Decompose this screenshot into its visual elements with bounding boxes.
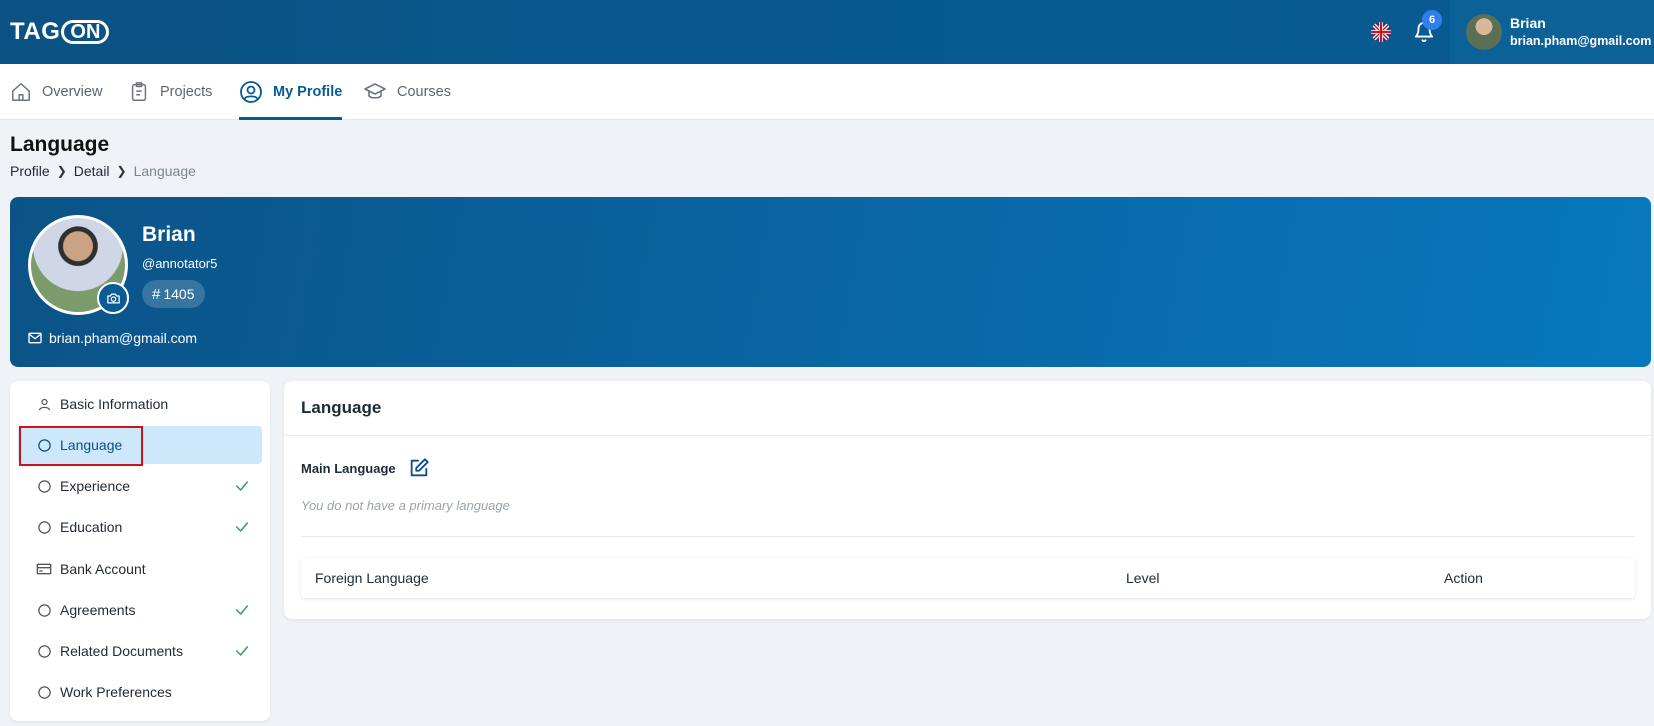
- column-foreign-language: Foreign Language: [315, 570, 429, 586]
- mail-icon: [28, 332, 42, 344]
- camera-icon: [106, 293, 120, 303]
- sidebar-item-label: Experience: [60, 478, 131, 494]
- sidebar-item-education[interactable]: Education: [18, 508, 262, 546]
- circle-icon: [36, 684, 52, 700]
- user-name: Brian: [1510, 15, 1546, 31]
- check-icon: [235, 481, 249, 491]
- profile-id: 1405: [163, 286, 195, 302]
- check-icon: [235, 522, 249, 532]
- circle-icon: [36, 478, 52, 494]
- divider: [284, 435, 1651, 436]
- card-title: Language: [301, 398, 382, 417]
- sidebar-item-label: Language: [60, 437, 123, 453]
- tab-label: My Profile: [273, 84, 343, 100]
- sidebar-item-experience[interactable]: Experience: [18, 467, 262, 505]
- breadcrumb-detail[interactable]: Detail: [74, 163, 110, 179]
- breadcrumb: Profile ❯ Detail ❯ Language: [10, 163, 196, 179]
- divider: [301, 536, 1635, 537]
- sidebar-item-related-documents[interactable]: Related Documents: [18, 632, 262, 670]
- tab-label: Overview: [42, 84, 103, 100]
- hash-icon: #: [152, 285, 161, 303]
- tab-projects[interactable]: Projects: [128, 64, 212, 120]
- notification-badge: 6: [1422, 10, 1442, 30]
- edit-main-language-button[interactable]: [408, 457, 430, 479]
- breadcrumb-language: Language: [133, 163, 196, 179]
- clipboard-icon: [131, 82, 147, 101]
- profile-sidebar: Basic Information Language Experience Ed…: [10, 381, 270, 721]
- empty-main-language-note: You do not have a primary language: [301, 498, 510, 513]
- tagon-logo[interactable]: TAG ON: [10, 18, 110, 46]
- page-title: Language: [10, 133, 110, 156]
- sidebar-item-label: Work Preferences: [60, 684, 172, 700]
- circle-icon: [36, 519, 52, 535]
- column-level: Level: [1126, 570, 1160, 586]
- change-photo-button[interactable]: [97, 282, 129, 314]
- graduation-cap-icon: [364, 83, 386, 99]
- sidebar-item-label: Basic Information: [60, 396, 169, 412]
- home-icon: [12, 83, 30, 101]
- profile-email-text: brian.pham@gmail.com: [49, 330, 198, 346]
- sidebar-item-language[interactable]: Language: [18, 426, 262, 464]
- top-bar: TAG ON 6 Brian brian.pham@gmail.com: [0, 0, 1654, 64]
- edit-icon: [410, 458, 429, 477]
- sidebar-item-basic-information[interactable]: Basic Information: [18, 385, 262, 423]
- profile-banner: [10, 197, 1651, 367]
- circle-icon: [36, 643, 52, 659]
- tab-overview[interactable]: Overview: [10, 64, 102, 120]
- user-menu[interactable]: Brian brian.pham@gmail.com: [1450, 0, 1654, 64]
- sidebar-item-label: Bank Account: [60, 561, 146, 577]
- tab-my-profile[interactable]: My Profile: [239, 64, 343, 120]
- profile-email: brian.pham@gmail.com: [27, 330, 197, 346]
- sidebar-item-bank-account[interactable]: Bank Account: [18, 550, 262, 588]
- check-icon: [235, 646, 249, 656]
- foreign-language-table-header: Foreign Language Level Action: [301, 558, 1635, 598]
- circle-icon: [36, 437, 52, 453]
- sidebar-item-agreements[interactable]: Agreements: [18, 591, 262, 629]
- chevron-right-icon: ❯: [116, 164, 127, 178]
- logo-pill-text: ON: [70, 20, 101, 43]
- chevron-right-icon: ❯: [56, 164, 67, 178]
- sidebar-item-label: Agreements: [60, 602, 136, 618]
- main-language-label: Main Language: [301, 461, 396, 476]
- uk-flag-icon[interactable]: [1371, 22, 1391, 42]
- user-circle-icon: [240, 81, 262, 103]
- sidebar-item-work-preferences[interactable]: Work Preferences: [18, 673, 262, 711]
- check-icon: [235, 605, 249, 615]
- profile-handle: @annotator5: [142, 256, 218, 271]
- language-card: Language Main Language You do not have a…: [284, 381, 1651, 619]
- sidebar-item-label: Related Documents: [60, 643, 183, 659]
- user-email: brian.pham@gmail.com: [1510, 34, 1652, 48]
- column-action: Action: [1444, 570, 1483, 586]
- tab-courses[interactable]: Courses: [363, 64, 451, 120]
- sidebar-item-label: Education: [60, 519, 123, 535]
- avatar: [1466, 14, 1502, 50]
- logo-pill: ON: [61, 20, 110, 44]
- nav-bar: Overview Projects My Profile Courses: [0, 64, 1654, 120]
- tab-label: Projects: [160, 84, 213, 100]
- card-icon: [36, 561, 52, 577]
- user-icon: [36, 396, 52, 412]
- logo-text: TAG: [10, 18, 61, 45]
- profile-id-badge: # 1405: [142, 280, 205, 308]
- tab-label: Courses: [397, 84, 451, 100]
- breadcrumb-profile[interactable]: Profile: [10, 163, 50, 179]
- circle-icon: [36, 602, 52, 618]
- profile-name: Brian: [142, 223, 196, 246]
